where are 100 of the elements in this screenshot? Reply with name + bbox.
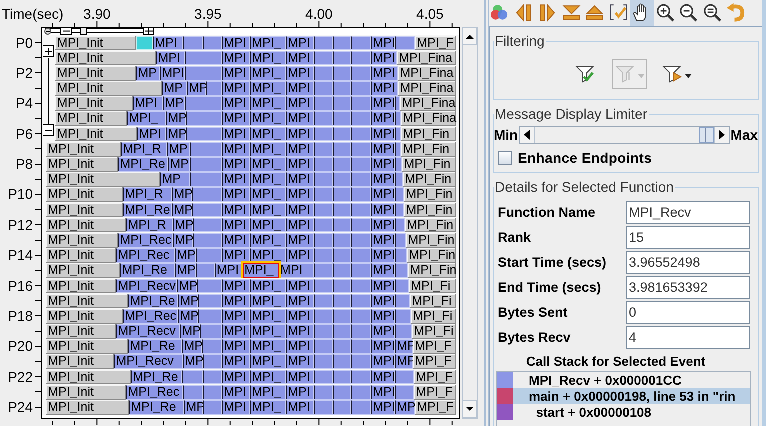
function-state[interactable] [351,218,372,232]
function-state[interactable]: MPI [371,126,396,142]
function-state[interactable] [351,81,372,96]
function-state[interactable]: MPI_ [250,232,286,248]
function-state[interactable]: MPI_Re [128,294,178,308]
wait-state[interactable] [136,36,154,50]
function-state[interactable] [200,324,222,339]
function-state[interactable] [395,248,408,263]
function-state[interactable] [192,187,222,202]
function-state[interactable] [190,142,222,156]
init-state[interactable]: MPI_Init [55,81,162,96]
function-state[interactable]: MPI [286,126,314,142]
function-state[interactable]: MPI [286,81,314,96]
finalize-state[interactable]: MPI_Fi [409,278,456,294]
function-state[interactable] [351,142,372,156]
function-state[interactable]: MP [167,142,190,156]
function-state[interactable] [351,248,372,263]
function-state[interactable]: MPI [286,384,314,400]
function-state[interactable] [351,111,372,126]
init-state[interactable]: MPI_Init [55,111,128,126]
function-state[interactable]: MPI [278,263,314,278]
function-state[interactable]: MPI [286,187,314,202]
function-state[interactable] [395,278,410,294]
value-field[interactable]: MPI_Recv [626,201,750,224]
function-state[interactable]: MPI [286,202,314,218]
init-state[interactable]: MPI_Init [55,36,136,50]
finalize-state[interactable]: MPI_Fin [401,142,456,156]
function-state[interactable] [395,172,404,187]
function-state[interactable]: MPI [222,157,250,172]
function-state[interactable]: MPI_Rec [118,232,174,248]
function-state[interactable]: MPI_ [250,142,286,156]
function-state[interactable]: MPI [286,370,314,384]
function-state[interactable] [395,36,416,50]
init-state[interactable]: MPI_Init [46,157,118,172]
function-state[interactable] [196,248,222,263]
finalize-state[interactable]: MPI_F [415,36,456,50]
function-state[interactable]: MPI [371,142,396,156]
function-state[interactable] [314,278,334,294]
function-state[interactable]: MP [173,232,194,248]
function-state[interactable]: MPI [286,66,314,81]
function-state[interactable] [395,96,400,111]
function-state[interactable]: MPI_Rec [123,308,178,324]
function-state[interactable]: MPI [222,81,250,96]
function-state[interactable]: MP [172,187,192,202]
finalize-state[interactable]: MPI_Fina [398,66,456,81]
function-state[interactable] [351,50,372,66]
finalize-state[interactable]: MPI_Fin [408,263,456,278]
function-state[interactable]: MPI_ [250,157,286,172]
function-state[interactable]: MPI_ [250,81,286,96]
init-state[interactable]: MPI_Init [46,400,130,415]
function-state[interactable]: MPI_ [250,278,286,294]
init-state[interactable]: MPI_Init [46,308,124,324]
function-state[interactable] [314,142,334,156]
function-state[interactable]: MPI [371,294,396,308]
init-state[interactable]: MPI_Init [55,66,136,81]
function-state[interactable]: MPI [286,248,314,263]
function-state[interactable]: MPI_Re [123,202,172,218]
init-state[interactable]: MPI_Init [46,232,118,248]
function-state[interactable]: MP [136,66,160,81]
function-state[interactable]: MPI_ [250,308,286,324]
function-state[interactable] [333,66,352,81]
function-state[interactable] [202,339,222,354]
function-state[interactable]: MP [183,354,204,370]
function-state[interactable] [333,142,352,156]
finalize-state[interactable]: MPI_Fin [403,172,456,187]
function-state[interactable]: MPI [371,308,396,324]
function-state[interactable]: MPI [222,66,250,81]
function-state[interactable]: MP [172,202,192,218]
function-state[interactable] [395,263,408,278]
init-state[interactable]: MPI_Init [46,294,128,308]
function-state[interactable] [351,126,372,142]
function-state[interactable]: MPI_ [250,218,286,232]
function-state[interactable]: MPI [371,248,396,263]
finalize-state[interactable]: MPI_Fin [404,187,456,202]
function-state[interactable] [333,384,352,400]
function-state[interactable]: MP [182,339,202,354]
function-state[interactable] [190,172,222,187]
finalize-state[interactable]: MPI_Fin [407,248,456,263]
init-state[interactable]: MPI_Init [46,370,132,384]
function-state[interactable]: MP [175,263,196,278]
finalize-state[interactable]: MPI_Fi [411,308,456,324]
function-state[interactable]: MPI [222,339,250,354]
function-state[interactable] [185,66,222,81]
function-state[interactable]: MPI_ [250,324,286,339]
function-state[interactable]: MPI [222,142,250,156]
function-state[interactable]: MPI [133,96,164,111]
function-state[interactable]: MPI_ [250,96,286,111]
function-state[interactable] [333,263,352,278]
function-state[interactable] [314,384,334,400]
finalize-state[interactable]: MPI_Fin [404,202,456,218]
function-state[interactable]: MPI_ [250,339,286,354]
function-state[interactable]: MPI_ [250,66,286,81]
function-state[interactable] [351,202,372,218]
function-state[interactable]: MPI [371,36,396,50]
init-state[interactable]: MPI_Init [55,126,138,142]
function-state[interactable]: MPI [286,278,314,294]
function-state[interactable] [395,126,402,142]
function-state[interactable] [351,278,372,294]
function-state[interactable]: MPI_ [250,400,286,415]
function-state[interactable] [314,202,334,218]
